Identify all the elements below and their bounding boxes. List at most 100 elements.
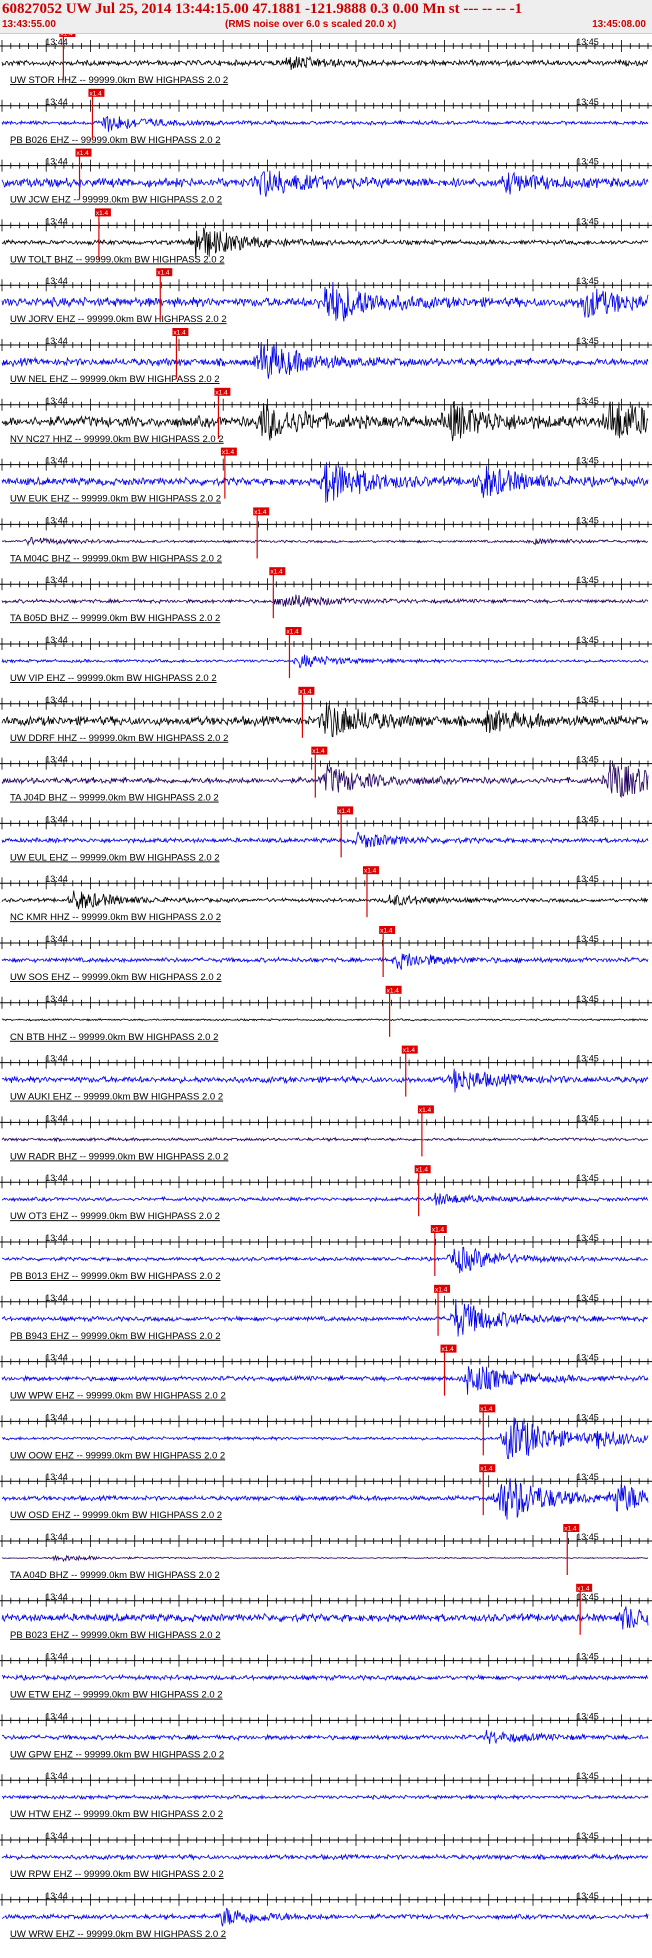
time-label: 13:45 [576, 1771, 599, 1781]
time-label: 13:45 [576, 216, 599, 226]
time-label: 13:44 [45, 1532, 68, 1542]
time-label: 13:45 [576, 396, 599, 406]
waveform-trace [1, 654, 649, 669]
station-label: PB B013 EHZ -- 99999.0km BW HIGHPASS 2.0… [10, 1271, 221, 1282]
station-label: UW HTW EHZ -- 99999.0km BW HIGHPASS 2.0 … [10, 1809, 223, 1820]
waveform-trace [1, 1673, 649, 1682]
waveform-trace [1, 170, 649, 197]
time-label: 13:44 [45, 336, 68, 346]
time-label: 13:44 [45, 515, 68, 525]
time-label: 13:45 [576, 515, 599, 525]
time-label: 13:44 [45, 1353, 68, 1363]
time-label: 13:45 [576, 575, 599, 585]
station-label: TA M04C BHZ -- 99999.0km BW HIGHPASS 2.0… [10, 553, 222, 564]
pick-flag-label: x1.4 [254, 509, 267, 516]
time-label: 13:44 [45, 755, 68, 765]
waveform-trace [1, 1018, 649, 1022]
rms-note: (RMS noise over 6.0 s scaled 20.0 x) [225, 19, 397, 30]
time-label: 13:44 [45, 396, 68, 406]
pick-flag-label: x1.4 [442, 1346, 455, 1353]
station-label: UW OSD EHZ -- 99999.0km BW HIGHPASS 2.0 … [10, 1510, 222, 1521]
station-label: CN BTB HHZ -- 99999.0km BW HIGHPASS 2.0 … [10, 1032, 218, 1043]
time-label: 13:44 [45, 1891, 68, 1901]
pick-flag-label: x1.4 [222, 449, 235, 456]
time-label: 13:45 [576, 874, 599, 884]
waveform-trace [1, 1729, 649, 1745]
time-label: 13:45 [576, 1652, 599, 1662]
time-label: 13:44 [45, 814, 68, 824]
station-label: UW JCW EHZ -- 99999.0km BW HIGHPASS 2.0 … [10, 195, 222, 206]
time-label: 13:45 [576, 934, 599, 944]
time-label: 13:44 [45, 695, 68, 705]
pick-flag-label: x1.4 [312, 748, 325, 755]
time-label: 13:44 [45, 1771, 68, 1781]
time-label: 13:44 [45, 1472, 68, 1482]
pick-flag-label: x1.4 [364, 868, 377, 875]
station-label: UW SOS EHZ -- 99999.0km BW HIGHPASS 2.0 … [10, 972, 222, 983]
pick-flag-label: x1.4 [60, 34, 73, 38]
time-label: 13:44 [45, 1233, 68, 1243]
pick-flag-label: x1.4 [435, 1286, 448, 1293]
pick-flag-label: x1.4 [432, 1227, 445, 1234]
station-label: UW OOW EHZ -- 99999.0km BW HIGHPASS 2.0 … [10, 1450, 225, 1461]
waveform-trace [1, 594, 649, 608]
time-label: 13:45 [576, 814, 599, 824]
pick-flag-label: x1.4 [215, 389, 228, 396]
station-label: NC KMR HHZ -- 99999.0km BW HIGHPASS 2.0 … [10, 912, 221, 923]
seismogram-plot: 13:44 13:45 UW STOR HHZ -- 99999.0km BW HI… [0, 34, 652, 1940]
station-label: UW EUK EHZ -- 99999.0km BW HIGHPASS 2.0 … [10, 494, 221, 505]
time-label: 13:45 [576, 1472, 599, 1482]
waveform-trace [1, 953, 649, 970]
time-label: 13:45 [576, 1831, 599, 1841]
time-label: 13:45 [576, 157, 599, 167]
pick-flag-label: x1.4 [577, 1585, 590, 1592]
station-label: TA A04D BHZ -- 99999.0km BW HIGHPASS 2.0… [10, 1570, 220, 1581]
station-label: UW TOLT BHZ -- 99999.0km BW HIGHPASS 2.0… [10, 254, 225, 265]
station-label: PB B943 EHZ -- 99999.0km BW HIGHPASS 2.0… [10, 1331, 221, 1342]
time-label: 13:44 [45, 276, 68, 286]
waveform-trace [1, 1793, 649, 1801]
time-label: 13:44 [45, 635, 68, 645]
time-label: 13:45 [576, 755, 599, 765]
waveform-trace [1, 890, 649, 910]
waveform-trace [1, 831, 649, 848]
waveform-trace [1, 536, 649, 547]
time-label: 13:45 [576, 336, 599, 346]
time-label: 13:44 [45, 1113, 68, 1123]
time-label: 13:45 [576, 1293, 599, 1303]
station-label: UW EUL EHZ -- 99999.0km BW HIGHPASS 2.0 … [10, 852, 220, 863]
time-label: 13:45 [576, 97, 599, 107]
pick-flag-label: x1.4 [387, 987, 400, 994]
station-label: PB B023 EHZ -- 99999.0km BW HIGHPASS 2.0… [10, 1630, 221, 1641]
pick-flag-label: x1.4 [564, 1526, 577, 1533]
station-label: UW VIP EHZ -- 99999.0km BW HIGHPASS 2.0 … [10, 673, 217, 684]
station-label: UW WRW EHZ -- 99999.0km BW HIGHPASS 2.0 … [10, 1929, 226, 1940]
station-label: UW GPW EHZ -- 99999.0km BW HIGHPASS 2.0 … [10, 1749, 224, 1760]
time-label: 13:44 [45, 1831, 68, 1841]
station-label: UW JORV EHZ -- 99999.0km BW HIGHPASS 2.0… [10, 314, 227, 325]
pick-flag-label: x1.4 [419, 1107, 432, 1114]
station-label: UW AUKI EHZ -- 99999.0km BW HIGHPASS 2.0… [10, 1092, 223, 1103]
time-label: 13:44 [45, 575, 68, 585]
station-label: UW OT3 EHZ -- 99999.0km BW HIGHPASS 2.0 … [10, 1211, 220, 1222]
time-label: 13:44 [45, 1652, 68, 1662]
time-label: 13:45 [576, 1412, 599, 1422]
time-label: 13:45 [576, 1532, 599, 1542]
time-label: 13:44 [45, 1054, 68, 1064]
time-label: 13:44 [45, 1173, 68, 1183]
waveform-trace [1, 702, 649, 738]
time-label: 13:45 [576, 1113, 599, 1123]
station-label: TA J04D BHZ -- 99999.0km BW HIGHPASS 2.0… [10, 793, 219, 804]
pick-flag-label: x1.4 [480, 1466, 493, 1473]
time-label: 13:44 [45, 37, 68, 47]
station-label: NV NC27 HHZ -- 99999.0km BW HIGHPASS 2.0… [10, 434, 224, 445]
time-label: 13:44 [45, 456, 68, 466]
waveform-trace [1, 1192, 649, 1206]
time-label: 13:45 [576, 37, 599, 47]
station-label: TA B05D BHZ -- 99999.0km BW HIGHPASS 2.0… [10, 613, 220, 624]
station-label: PB B026 EHZ -- 99999.0km BW HIGHPASS 2.0… [10, 135, 221, 146]
time-label: 13:45 [576, 1173, 599, 1183]
time-label: 13:45 [576, 456, 599, 466]
waveform-trace [1, 1136, 649, 1143]
pick-flag-label: x1.4 [77, 150, 90, 157]
